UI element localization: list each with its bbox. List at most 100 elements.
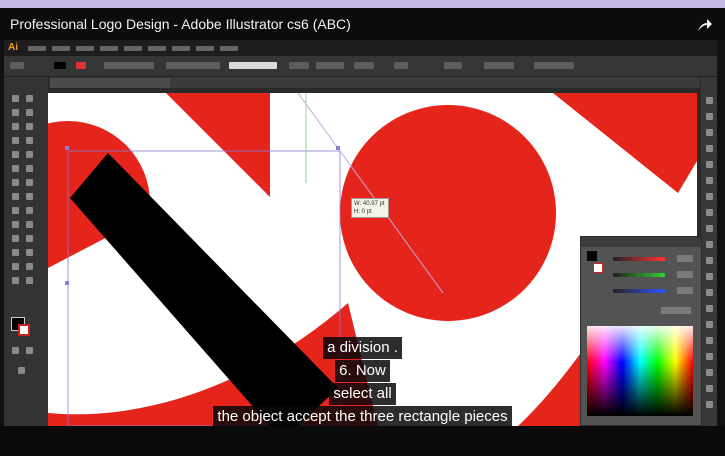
video-bottom-bar xyxy=(0,426,725,456)
shape-builder-tool-icon[interactable] xyxy=(12,207,19,214)
app-logo: Ai xyxy=(8,42,18,53)
menu-item[interactable] xyxy=(196,46,214,51)
stroke-swatch[interactable] xyxy=(18,324,30,336)
color-fill-swatch[interactable] xyxy=(587,251,597,261)
panel-dock-icon[interactable] xyxy=(706,161,713,168)
panel-dock-icon[interactable] xyxy=(706,305,713,312)
blue-slider[interactable] xyxy=(613,289,665,293)
mesh-tool-icon[interactable] xyxy=(12,221,19,228)
green-slider[interactable] xyxy=(613,273,665,277)
subtitle-line: the object accept the three rectangle pi… xyxy=(213,406,512,428)
line-tool-icon[interactable] xyxy=(12,137,19,144)
graph-tool-icon[interactable] xyxy=(26,249,33,256)
tooltip-width: W: 40.97 pt xyxy=(354,201,385,207)
menu-item[interactable] xyxy=(124,46,142,51)
type-tool-icon[interactable] xyxy=(26,123,33,130)
control-item[interactable] xyxy=(289,62,309,69)
control-item[interactable] xyxy=(104,62,154,69)
menu-item[interactable] xyxy=(172,46,190,51)
zoom-tool-icon[interactable] xyxy=(26,277,33,284)
red-value-field[interactable] xyxy=(677,255,693,262)
anchor-point xyxy=(65,281,69,285)
color-panel-tabs[interactable] xyxy=(581,237,701,247)
menu-item[interactable] xyxy=(100,46,118,51)
subtitles: a division . 6. Now select all the objec… xyxy=(0,336,725,428)
menu-bar: Ai xyxy=(4,40,717,56)
top-accent-strip xyxy=(0,0,725,8)
control-item[interactable] xyxy=(354,62,374,69)
blend-tool-icon[interactable] xyxy=(26,235,33,242)
green-value-field[interactable] xyxy=(677,271,693,278)
red-slider[interactable] xyxy=(613,257,665,261)
control-item[interactable] xyxy=(394,62,408,69)
document-tab-bar xyxy=(50,77,700,88)
control-item[interactable] xyxy=(444,62,462,69)
perspective-tool-icon[interactable] xyxy=(26,207,33,214)
panel-dock-icon[interactable] xyxy=(706,273,713,280)
selection-tool-icon[interactable] xyxy=(12,95,19,102)
style-control[interactable] xyxy=(229,62,277,69)
menu-item[interactable] xyxy=(28,46,46,51)
control-item[interactable] xyxy=(534,62,574,69)
blob-brush-tool-icon[interactable] xyxy=(12,165,19,172)
panel-dock-icon[interactable] xyxy=(706,129,713,136)
width-tool-icon[interactable] xyxy=(12,193,19,200)
subtitle-line: a division . xyxy=(323,337,402,359)
panel-dock-icon[interactable] xyxy=(706,321,713,328)
lasso-tool-icon[interactable] xyxy=(26,109,33,116)
pencil-tool-icon[interactable] xyxy=(26,151,33,158)
symbol-sprayer-tool-icon[interactable] xyxy=(12,249,19,256)
panel-dock-icon[interactable] xyxy=(706,225,713,232)
hex-field[interactable] xyxy=(661,307,691,314)
gradient-tool-icon[interactable] xyxy=(26,221,33,228)
color-stroke-swatch[interactable] xyxy=(593,263,603,273)
fill-control[interactable] xyxy=(54,62,66,69)
scale-tool-icon[interactable] xyxy=(26,179,33,186)
top-red-triangle xyxy=(166,93,270,197)
rectangle-tool-icon[interactable] xyxy=(26,137,33,144)
document-tab[interactable] xyxy=(50,78,170,88)
panel-dock-icon[interactable] xyxy=(706,113,713,120)
top-right-red-wedge xyxy=(553,93,697,193)
measurement-tooltip: W: 40.97 pt H: 0 pt xyxy=(351,198,389,218)
control-item[interactable] xyxy=(166,62,220,69)
eraser-tool-icon[interactable] xyxy=(26,165,33,172)
panel-dock-icon[interactable] xyxy=(706,257,713,264)
panel-dock-icon[interactable] xyxy=(706,145,713,152)
menu-items xyxy=(28,43,238,51)
control-item[interactable] xyxy=(484,62,514,69)
menu-item[interactable] xyxy=(148,46,166,51)
tooltip-height: H: 0 pt xyxy=(354,209,372,215)
panel-dock-icon[interactable] xyxy=(706,97,713,104)
subtitle-line: 6. Now xyxy=(335,360,390,382)
menu-item[interactable] xyxy=(220,46,238,51)
subtitle-line: select all xyxy=(329,383,396,405)
video-title: Professional Logo Design - Adobe Illustr… xyxy=(10,16,351,32)
opacity-control[interactable] xyxy=(316,62,344,69)
rotate-tool-icon[interactable] xyxy=(12,179,19,186)
panel-dock-icon[interactable] xyxy=(706,193,713,200)
blue-value-field[interactable] xyxy=(677,287,693,294)
panel-dock-icon[interactable] xyxy=(706,209,713,216)
artboard-tool-icon[interactable] xyxy=(12,263,19,270)
anchor-point xyxy=(65,146,69,150)
direct-selection-tool-icon[interactable] xyxy=(26,95,33,102)
free-transform-tool-icon[interactable] xyxy=(26,193,33,200)
slice-tool-icon[interactable] xyxy=(26,263,33,270)
magic-wand-tool-icon[interactable] xyxy=(12,109,19,116)
hand-tool-icon[interactable] xyxy=(12,277,19,284)
video-title-bar: Professional Logo Design - Adobe Illustr… xyxy=(0,8,725,40)
share-arrow-icon[interactable] xyxy=(697,18,713,32)
paintbrush-tool-icon[interactable] xyxy=(12,151,19,158)
anchor-point xyxy=(336,146,340,150)
control-item[interactable] xyxy=(10,62,24,69)
panel-dock-icon[interactable] xyxy=(706,289,713,296)
eyedropper-tool-icon[interactable] xyxy=(12,235,19,242)
pen-tool-icon[interactable] xyxy=(12,123,19,130)
stroke-control[interactable] xyxy=(76,62,86,69)
menu-item[interactable] xyxy=(52,46,70,51)
panel-dock-icon[interactable] xyxy=(706,241,713,248)
control-bar xyxy=(4,56,717,77)
panel-dock-icon[interactable] xyxy=(706,177,713,184)
menu-item[interactable] xyxy=(76,46,94,51)
